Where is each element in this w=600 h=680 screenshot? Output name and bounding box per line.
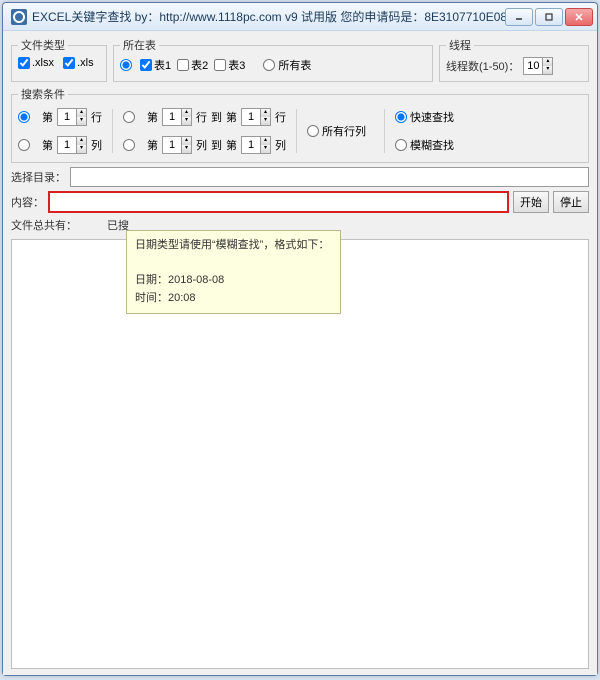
tooltip-line2: 日期：2018-08-08 <box>135 272 332 290</box>
fast-search-radio[interactable]: 快速查找 <box>395 109 454 125</box>
start-button[interactable]: 开始 <box>513 191 549 213</box>
dir-label: 选择目录： <box>11 169 66 185</box>
spin-down-icon: ▾ <box>542 66 552 74</box>
row-from-spinner[interactable]: ▴▾ <box>162 108 192 126</box>
col-to-spinner[interactable]: ▴▾ <box>241 136 271 154</box>
xls-checkbox[interactable]: .xls <box>63 57 94 69</box>
col-spinner[interactable]: ▴▾ <box>57 136 87 154</box>
threads-legend: 线程 <box>446 37 474 53</box>
threads-label: 线程数(1-50)： <box>446 58 519 74</box>
stop-button[interactable]: 停止 <box>553 191 589 213</box>
col-from-spinner[interactable]: ▴▾ <box>162 136 192 154</box>
row-to-spinner[interactable]: ▴▾ <box>241 108 271 126</box>
app-window: EXCEL关键字查找 by：http://www.1118pc.com v9 试… <box>2 2 598 676</box>
tables-legend: 所在表 <box>120 37 159 53</box>
filetype-group: 文件类型 .xlsx .xls <box>11 37 107 82</box>
window-controls <box>505 8 593 26</box>
col-single-radio[interactable] <box>18 139 30 151</box>
content-label: 内容： <box>11 194 44 210</box>
all-rowcol-radio[interactable]: 所有行列 <box>307 123 366 139</box>
search-legend: 搜索条件 <box>18 86 68 102</box>
fuzzy-search-radio[interactable]: 模糊查找 <box>395 137 454 153</box>
tooltip-line3: 时间：20:08 <box>135 290 332 308</box>
dir-input[interactable] <box>70 167 589 187</box>
titlebar: EXCEL关键字查找 by：http://www.1118pc.com v9 试… <box>3 3 597 31</box>
table2-checkbox[interactable]: 表2 <box>177 57 208 73</box>
tables-group: 所在表 表1 表2 表3 所有表 <box>113 37 433 82</box>
close-button[interactable] <box>565 8 593 26</box>
row-range-radio[interactable] <box>123 111 135 123</box>
results-area: 日期类型请使用“模糊查找”，格式如下： 日期：2018-08-08 时间：20:… <box>11 239 589 669</box>
threads-spinner[interactable]: ▴▾ <box>523 57 553 75</box>
tooltip: 日期类型请使用“模糊查找”，格式如下： 日期：2018-08-08 时间：20:… <box>126 230 341 314</box>
threads-group: 线程 线程数(1-50)： ▴▾ <box>439 37 589 82</box>
spin-up-icon: ▴ <box>542 58 552 66</box>
window-title: EXCEL关键字查找 by：http://www.1118pc.com v9 试… <box>32 8 505 25</box>
tables-radio[interactable] <box>120 59 132 71</box>
maximize-button[interactable] <box>535 8 563 26</box>
search-conditions-group: 搜索条件 第 ▴▾ 行 第 ▴▾ 列 <box>11 86 589 163</box>
all-tables-radio[interactable]: 所有表 <box>263 57 311 73</box>
table1-checkbox[interactable]: 表1 <box>140 57 171 73</box>
row-single-radio[interactable] <box>18 111 30 123</box>
xlsx-checkbox[interactable]: .xlsx <box>18 57 54 69</box>
content-input[interactable] <box>48 191 509 213</box>
minimize-button[interactable] <box>505 8 533 26</box>
row-spinner[interactable]: ▴▾ <box>57 108 87 126</box>
content-area: 文件类型 .xlsx .xls 所在表 表1 表2 表3 所有表 线程 线程数 <box>3 31 597 675</box>
table3-checkbox[interactable]: 表3 <box>214 57 245 73</box>
file-count-label: 文件总共有： <box>11 217 77 233</box>
col-range-radio[interactable] <box>123 139 135 151</box>
tooltip-line1: 日期类型请使用“模糊查找”，格式如下： <box>135 237 332 255</box>
filetype-legend: 文件类型 <box>18 37 68 53</box>
app-icon <box>11 9 27 25</box>
